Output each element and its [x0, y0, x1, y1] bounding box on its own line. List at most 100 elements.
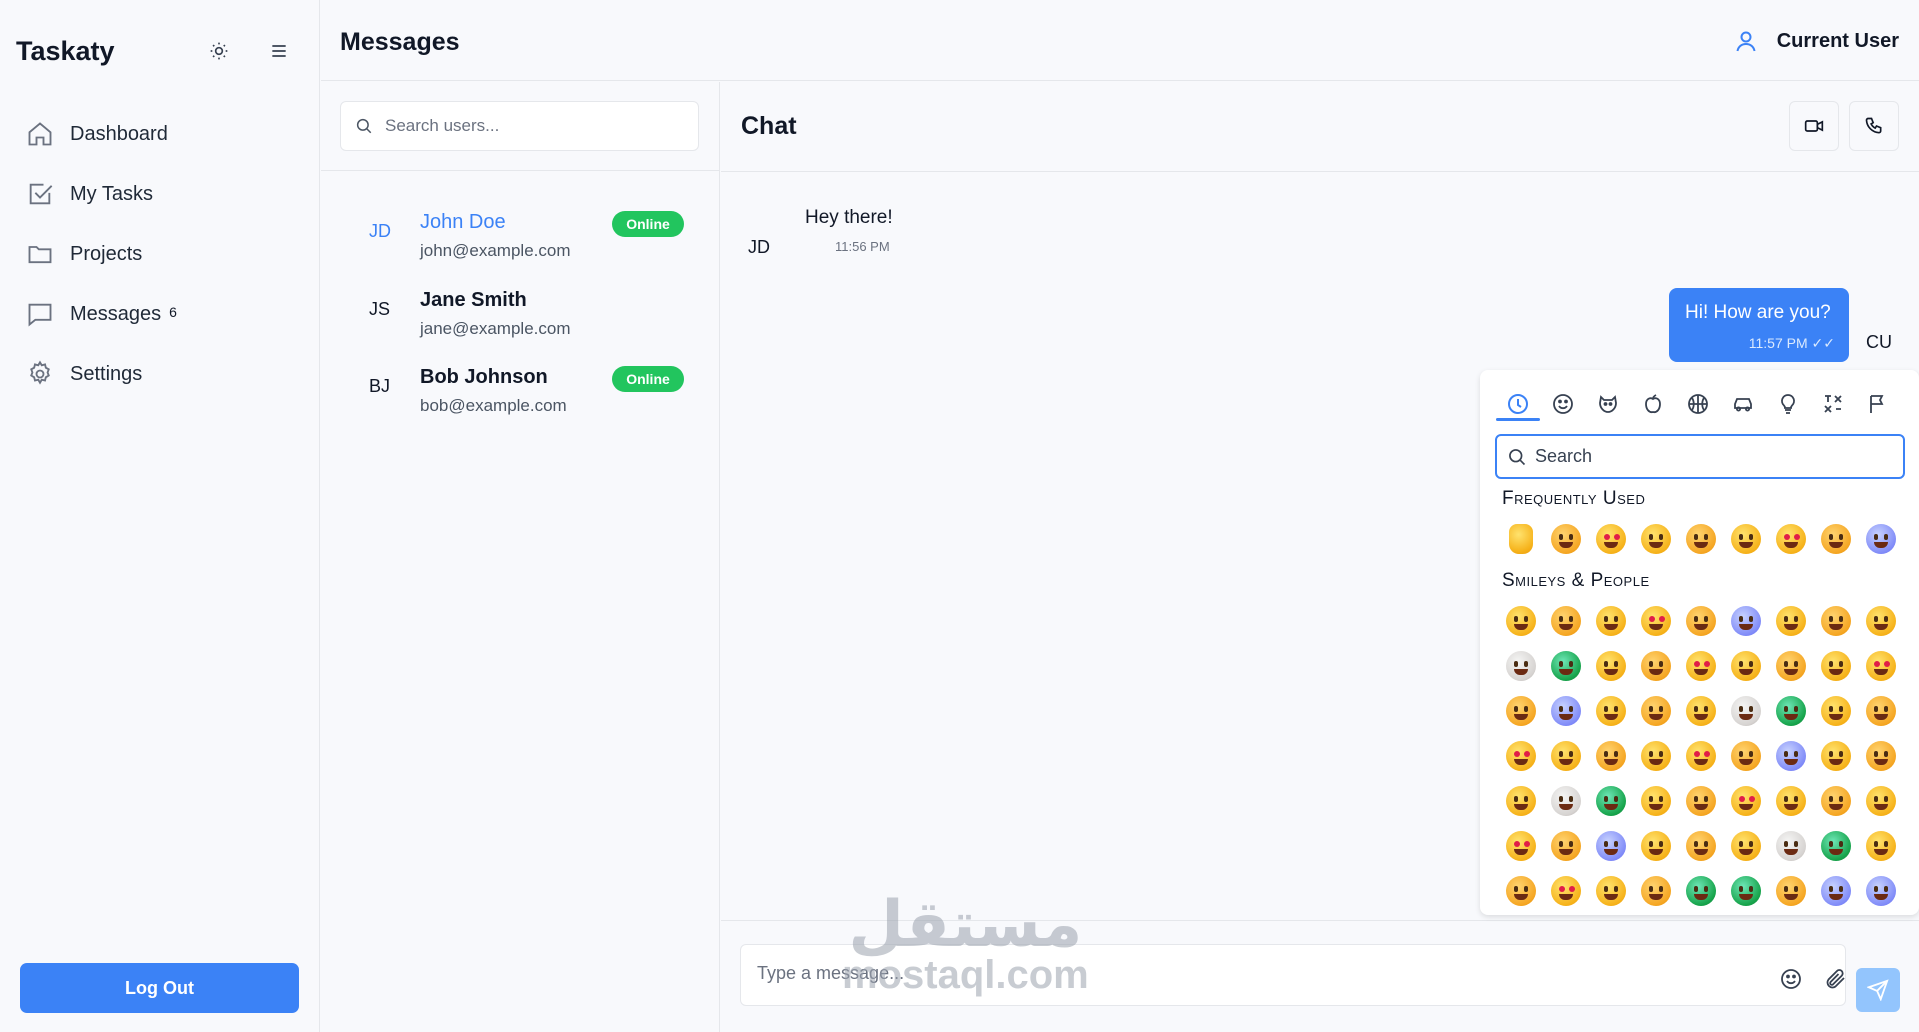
- tab-travel[interactable]: [1720, 384, 1765, 424]
- emoji-button[interactable]: [1858, 516, 1903, 561]
- emoji-button[interactable]: [1678, 823, 1723, 868]
- emoji-button[interactable]: [1678, 868, 1723, 913]
- emoji-button[interactable]: [1813, 778, 1858, 823]
- logout-button[interactable]: Log Out: [20, 963, 299, 1013]
- current-user-name: Current User: [1776, 29, 1899, 52]
- emoji-button[interactable]: [1633, 823, 1678, 868]
- emoji-button[interactable]: [1543, 598, 1588, 643]
- emoji-button[interactable]: [1498, 733, 1543, 778]
- emoji-button[interactable]: [1723, 733, 1768, 778]
- watermark-latin: mostaql.com: [842, 953, 1089, 997]
- tab-symbols[interactable]: [1810, 384, 1855, 424]
- emoji-button[interactable]: [1723, 823, 1768, 868]
- sidebar-item-settings[interactable]: Settings: [24, 344, 296, 404]
- tab-flags[interactable]: [1855, 384, 1900, 424]
- emoji-button[interactable]: [1778, 966, 1804, 992]
- search-users-input[interactable]: [385, 116, 685, 136]
- tab-smileys[interactable]: [1540, 384, 1585, 424]
- emoji-button[interactable]: [1588, 688, 1633, 733]
- emoji-button[interactable]: [1498, 688, 1543, 733]
- tab-food[interactable]: [1630, 384, 1675, 424]
- emoji-button[interactable]: [1633, 688, 1678, 733]
- emoji-button[interactable]: [1633, 598, 1678, 643]
- emoji-button[interactable]: [1588, 598, 1633, 643]
- tab-activities[interactable]: [1675, 384, 1720, 424]
- emoji-button[interactable]: [1813, 823, 1858, 868]
- emoji-search-input[interactable]: [1535, 446, 1895, 467]
- emoji-button[interactable]: [1498, 868, 1543, 913]
- emoji-button[interactable]: [1813, 516, 1858, 561]
- emoji-button[interactable]: [1633, 516, 1678, 561]
- emoji-button[interactable]: [1498, 643, 1543, 688]
- emoji-button[interactable]: [1813, 598, 1858, 643]
- emoji-button[interactable]: [1588, 733, 1633, 778]
- emoji-button[interactable]: [1543, 733, 1588, 778]
- tab-animals[interactable]: [1585, 384, 1630, 424]
- emoji-button[interactable]: [1633, 733, 1678, 778]
- video-call-button[interactable]: [1789, 101, 1839, 151]
- emoji-button[interactable]: [1543, 823, 1588, 868]
- voice-call-button[interactable]: [1849, 101, 1899, 151]
- emoji-button[interactable]: [1813, 868, 1858, 913]
- emoji-button[interactable]: [1498, 598, 1543, 643]
- emoji-button[interactable]: [1768, 778, 1813, 823]
- emoji-button[interactable]: [1543, 778, 1588, 823]
- emoji-button[interactable]: [1543, 688, 1588, 733]
- emoji-button[interactable]: [1858, 823, 1903, 868]
- emoji-button[interactable]: [1858, 688, 1903, 733]
- emoji-button[interactable]: [1633, 868, 1678, 913]
- emoji-button[interactable]: [1768, 598, 1813, 643]
- emoji-button[interactable]: [1768, 823, 1813, 868]
- emoji-button[interactable]: [1723, 688, 1768, 733]
- emoji-button[interactable]: [1813, 643, 1858, 688]
- emoji-button[interactable]: [1858, 778, 1903, 823]
- emoji-button[interactable]: [1588, 778, 1633, 823]
- tab-objects[interactable]: [1765, 384, 1810, 424]
- sidebar-item-dashboard[interactable]: Dashboard: [24, 104, 296, 164]
- sidebar-item-projects[interactable]: Projects: [24, 224, 296, 284]
- emoji-button[interactable]: [1858, 643, 1903, 688]
- emoji-button[interactable]: [1588, 516, 1633, 561]
- emoji-button[interactable]: [1723, 516, 1768, 561]
- emoji-button[interactable]: [1768, 733, 1813, 778]
- emoji-button[interactable]: [1723, 598, 1768, 643]
- emoji-button[interactable]: [1498, 823, 1543, 868]
- emoji-button[interactable]: [1858, 598, 1903, 643]
- theme-toggle-button[interactable]: [206, 38, 232, 64]
- emoji-button[interactable]: [1723, 643, 1768, 688]
- emoji-button[interactable]: [1678, 598, 1723, 643]
- emoji-button[interactable]: [1723, 868, 1768, 913]
- attach-file-button[interactable]: [1822, 966, 1848, 992]
- menu-toggle-button[interactable]: [266, 38, 292, 64]
- emoji-button[interactable]: [1768, 688, 1813, 733]
- emoji-button[interactable]: [1768, 516, 1813, 561]
- emoji-button[interactable]: [1633, 778, 1678, 823]
- emoji-button[interactable]: [1588, 643, 1633, 688]
- emoji-face-icon: [1730, 830, 1761, 861]
- emoji-button[interactable]: [1588, 868, 1633, 913]
- emoji-button[interactable]: [1678, 516, 1723, 561]
- emoji-button[interactable]: [1498, 516, 1543, 561]
- emoji-button[interactable]: [1858, 868, 1903, 913]
- emoji-button[interactable]: [1543, 516, 1588, 561]
- current-user-menu[interactable]: Current User: [1733, 28, 1899, 54]
- emoji-button[interactable]: [1813, 688, 1858, 733]
- emoji-button[interactable]: [1768, 643, 1813, 688]
- emoji-button[interactable]: [1813, 733, 1858, 778]
- sidebar-item-messages[interactable]: Messages 6: [24, 284, 296, 344]
- emoji-button[interactable]: [1588, 823, 1633, 868]
- emoji-button[interactable]: [1543, 643, 1588, 688]
- emoji-button[interactable]: [1858, 733, 1903, 778]
- sidebar-item-my-tasks[interactable]: My Tasks: [24, 164, 296, 224]
- user-list-item-bob-johnson[interactable]: BJ Bob Johnson bob@example.com Online: [321, 338, 720, 433]
- send-button[interactable]: [1856, 968, 1900, 1012]
- emoji-button[interactable]: [1723, 778, 1768, 823]
- emoji-button[interactable]: [1633, 643, 1678, 688]
- emoji-button[interactable]: [1543, 868, 1588, 913]
- emoji-button[interactable]: [1768, 868, 1813, 913]
- emoji-button[interactable]: [1678, 733, 1723, 778]
- emoji-button[interactable]: [1678, 643, 1723, 688]
- emoji-button[interactable]: [1498, 778, 1543, 823]
- emoji-button[interactable]: [1678, 778, 1723, 823]
- emoji-button[interactable]: [1678, 688, 1723, 733]
